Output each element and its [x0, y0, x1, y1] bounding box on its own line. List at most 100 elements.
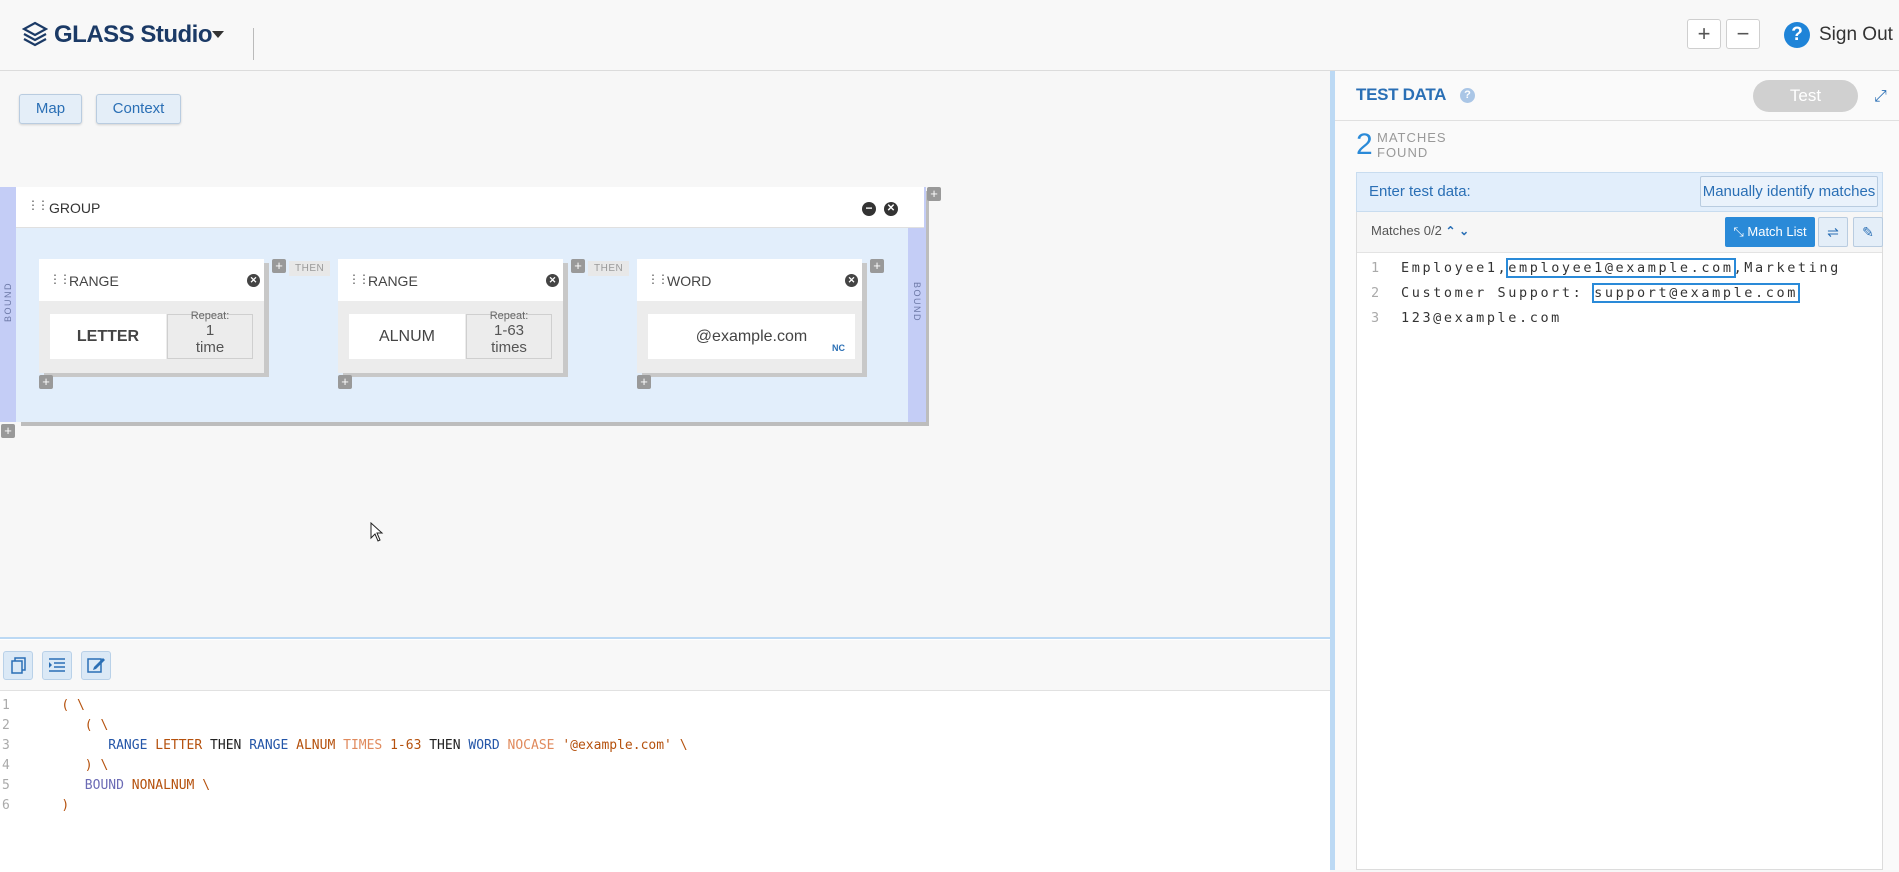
repeat-box[interactable]: Repeat: 1 time — [167, 310, 253, 359]
range-value[interactable]: ALNUM — [349, 314, 465, 359]
word-node[interactable]: ⋮⋮ WORD ✕ @example.com NC — [637, 259, 862, 373]
code-token: ALNUM — [296, 738, 336, 753]
add-below-node-icon[interactable]: + — [39, 375, 53, 389]
enter-test-data-label: Enter test data: — [1369, 183, 1471, 200]
wrap-text-button[interactable]: ⇌ — [1818, 217, 1848, 247]
edit-icon — [87, 658, 105, 673]
drag-handle-icon[interactable]: ⋮⋮ — [27, 199, 49, 211]
previous-match-icon[interactable]: ⌃ — [1445, 224, 1455, 238]
node-title: RANGE — [368, 273, 418, 289]
test-data-line[interactable]: 3 123@example.com — [1371, 307, 1562, 329]
add-after-node-icon[interactable]: + — [571, 259, 585, 273]
repeat-label: Repeat: — [190, 310, 230, 322]
range-node[interactable]: ⋮⋮ RANGE ✕ ALNUM Repeat: 1-63 times — [338, 259, 563, 373]
code-token: RANGE — [108, 738, 148, 753]
code-line[interactable]: 5 BOUND NONALNUM \ — [0, 776, 210, 796]
sign-out-link[interactable]: Sign Out — [1819, 24, 1893, 46]
bound-left[interactable]: BOUND — [0, 187, 16, 422]
zoom-in-button[interactable]: + — [1687, 19, 1721, 49]
line-number: 3 — [2, 738, 10, 753]
highlighted-match[interactable]: support@example.com — [1592, 283, 1800, 303]
drag-handle-icon[interactable]: ⋮⋮ — [49, 273, 71, 285]
match-list-label: Match List — [1747, 224, 1807, 239]
add-below-node-icon[interactable]: + — [338, 375, 352, 389]
add-after-node-icon[interactable]: + — [272, 259, 286, 273]
code-token: WORD — [468, 738, 500, 753]
copy-button[interactable] — [3, 651, 33, 680]
match-count-label: MATCHES — [1377, 130, 1447, 145]
next-match-icon[interactable]: ⌄ — [1459, 224, 1469, 238]
copy-icon — [11, 657, 26, 674]
code-line[interactable]: 2 ( \ — [0, 716, 108, 736]
collapse-icon[interactable]: − — [862, 202, 876, 216]
help-icon[interactable]: ? — [1460, 88, 1475, 103]
code-token: \ — [679, 738, 688, 753]
indent-icon — [49, 658, 65, 672]
drag-handle-icon[interactable]: ⋮⋮ — [348, 273, 370, 285]
code-token: ( — [61, 698, 70, 713]
edit-icon: ✎ — [1862, 224, 1874, 240]
repeat-label: Repeat: — [489, 310, 529, 322]
highlighted-match[interactable]: employee1@example.com — [1506, 258, 1736, 278]
app-logo[interactable]: GLASS Studio — [22, 18, 213, 52]
close-icon[interactable]: ✕ — [884, 202, 898, 216]
expand-icon[interactable]: ⤢ — [1874, 88, 1887, 106]
drag-handle-icon[interactable]: ⋮⋮ — [647, 273, 669, 285]
repeat-box[interactable]: Repeat: 1-63 times — [466, 310, 552, 359]
word-value[interactable]: @example.com — [648, 314, 855, 359]
add-below-group-icon[interactable]: + — [1, 424, 15, 438]
code-token: \ — [76, 698, 85, 713]
code-token: BOUND — [84, 778, 124, 793]
matches-count-label: Matches 0/2 — [1371, 223, 1442, 238]
group-title: GROUP — [49, 200, 101, 216]
test-data-line[interactable]: 2 Customer Support: support@example.com — [1371, 282, 1800, 304]
code-token: THEN — [210, 738, 242, 753]
zoom-out-button[interactable]: − — [1726, 19, 1760, 49]
line-number: 5 — [2, 778, 10, 793]
code-line[interactable]: 3 RANGE LETTER THEN RANGE ALNUM TIMES 1-… — [0, 736, 688, 756]
edit-test-data-button[interactable]: ✎ — [1853, 217, 1883, 247]
add-below-node-icon[interactable]: + — [637, 375, 651, 389]
map-button[interactable]: Map — [19, 94, 82, 124]
code-token: \ — [100, 758, 109, 773]
add-after-node-icon[interactable]: + — [870, 259, 884, 273]
test-button[interactable]: Test — [1753, 80, 1858, 112]
node-title: WORD — [667, 273, 712, 289]
line-number: 2 — [2, 718, 10, 733]
line-number: 3 — [1371, 310, 1380, 326]
then-connector: THEN — [289, 261, 331, 276]
divider — [1335, 120, 1899, 121]
match-list-button[interactable]: ⤡ Match List — [1725, 217, 1815, 247]
nocase-flag[interactable]: NC — [832, 343, 845, 353]
code-token: NOCASE — [507, 738, 555, 753]
context-button[interactable]: Context — [96, 94, 181, 124]
manually-identify-matches-button[interactable]: Manually identify matches — [1700, 176, 1878, 207]
match-count-label: FOUND — [1377, 145, 1429, 160]
matches-navigator: Matches 0/2 ⌃ ⌄ — [1371, 223, 1469, 238]
chevron-down-icon[interactable] — [212, 31, 224, 38]
add-after-group-icon[interactable]: + — [927, 187, 941, 201]
wrap-icon: ⇌ — [1827, 224, 1839, 240]
test-data-line[interactable]: 1 Employee1,employee1@example.com,Marketi… — [1371, 257, 1841, 279]
range-value[interactable]: LETTER — [50, 314, 166, 359]
close-icon[interactable]: ✕ — [546, 274, 559, 287]
code-token: THEN — [429, 738, 461, 753]
group-header — [16, 187, 924, 228]
range-node[interactable]: ⋮⋮ RANGE ✕ LETTER Repeat: 1 time — [39, 259, 264, 373]
code-line[interactable]: 4 ) \ — [0, 756, 108, 776]
test-data-title: TEST DATA — [1356, 85, 1447, 104]
help-icon[interactable]: ? — [1784, 22, 1810, 48]
code-toolbar — [0, 640, 1330, 691]
node-title: RANGE — [69, 273, 119, 289]
line-text: Customer Support: — [1401, 285, 1595, 301]
code-token: TIMES — [343, 738, 383, 753]
edit-code-button[interactable] — [81, 651, 111, 680]
code-token: ) — [61, 798, 70, 813]
code-line[interactable]: 1 ( \ — [0, 696, 85, 716]
close-icon[interactable]: ✕ — [247, 274, 260, 287]
code-line[interactable]: 6 ) — [0, 796, 69, 816]
close-icon[interactable]: ✕ — [845, 274, 858, 287]
repeat-value: 1 — [205, 322, 215, 339]
format-button[interactable] — [42, 651, 72, 680]
line-number: 1 — [2, 698, 10, 713]
